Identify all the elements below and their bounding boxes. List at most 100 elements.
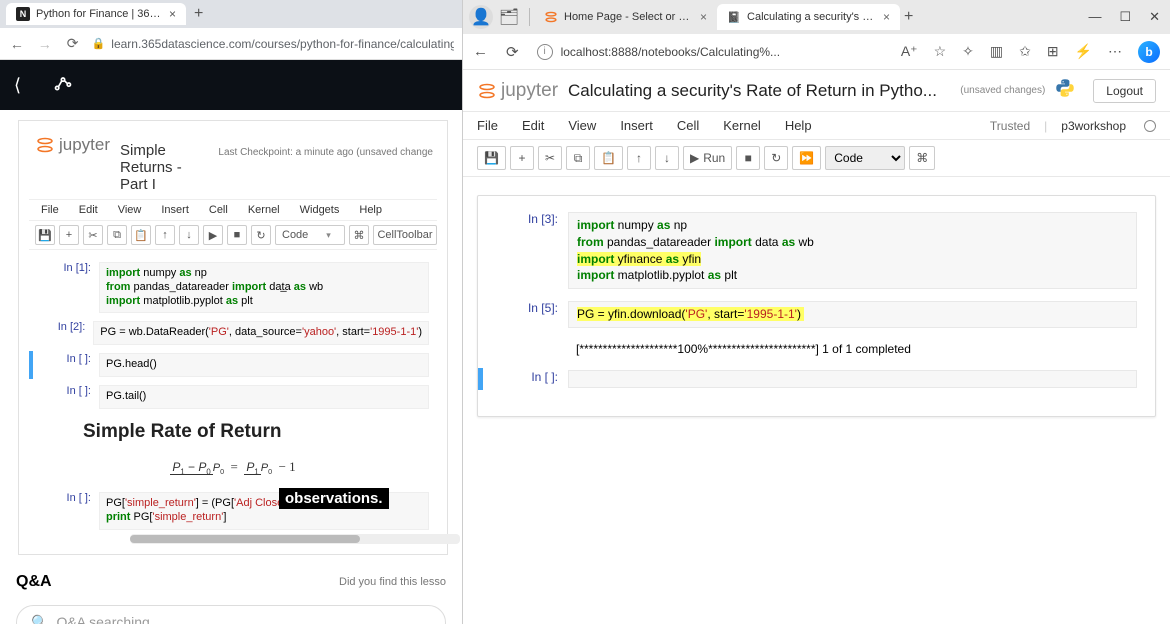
menu-cell[interactable]: Cell (677, 118, 699, 133)
horizontal-scrollbar[interactable] (130, 534, 460, 544)
browser-tab[interactable]: Home Page - Select or create a n × (534, 4, 717, 30)
more-icon[interactable]: ⋯ (1108, 43, 1122, 60)
menu-widgets[interactable]: Widgets (300, 204, 340, 216)
reload-icon[interactable]: ⟳ (506, 43, 519, 61)
lock-icon: 🔒 (92, 37, 106, 50)
bing-chat-icon[interactable]: b (1138, 41, 1160, 63)
paste-icon[interactable]: 📋 (594, 146, 623, 170)
menu-insert[interactable]: Insert (620, 118, 653, 133)
code-area[interactable]: PG.tail() (99, 385, 429, 409)
performance-icon[interactable]: ⚡ (1075, 43, 1092, 60)
celltype-select[interactable]: Code (275, 225, 345, 245)
menu-kernel[interactable]: Kernel (723, 118, 761, 133)
browser-tab-active[interactable]: 📓 Calculating a security's Rate of Re × (717, 4, 900, 30)
logout-button[interactable]: Logout (1093, 79, 1156, 103)
scrollbar-thumb[interactable] (130, 535, 360, 543)
run-icon[interactable]: ▶ (203, 225, 223, 245)
new-tab-button[interactable]: + (194, 5, 203, 23)
notebook-title[interactable]: Calculating a security's Rate of Return … (568, 81, 950, 101)
qa-search-input[interactable]: 🔍 Q&A searching... (16, 605, 446, 624)
command-palette-icon[interactable]: ⌘ (909, 146, 935, 170)
save-icon[interactable]: 💾 (35, 225, 55, 245)
move-up-icon[interactable]: ↑ (155, 225, 175, 245)
code-area[interactable]: import numpy as np from pandas_datareade… (99, 262, 429, 313)
close-icon[interactable]: × (169, 7, 176, 21)
prompt: In [ ]: (37, 492, 99, 530)
profile-icon[interactable]: 👤 (469, 5, 493, 29)
menu-edit[interactable]: Edit (522, 118, 544, 133)
close-icon[interactable]: × (700, 10, 707, 24)
code-cell[interactable]: In [ ]: PG.tail() (29, 383, 437, 411)
edge-toolbar: ← ⟳ i localhost:8888/notebooks/Calculati… (463, 34, 1170, 70)
paste-icon[interactable]: 📋 (131, 225, 151, 245)
close-icon[interactable]: × (883, 10, 890, 24)
menu-help[interactable]: Help (785, 118, 812, 133)
code-area[interactable]: import numpy as np from pandas_datareade… (568, 212, 1137, 289)
extensions-icon[interactable]: ✧ (962, 43, 974, 60)
maximize-icon[interactable]: ☐ (1119, 9, 1131, 25)
chrome-tab[interactable]: N Python for Finance | 365 Data Sci × (6, 3, 186, 25)
copy-icon[interactable]: ⧉ (107, 225, 127, 245)
menu-help[interactable]: Help (359, 204, 382, 216)
lesson-back-icon[interactable]: ⟨ (14, 75, 21, 96)
back-icon[interactable]: ← (8, 36, 26, 52)
code-cell[interactable]: In [ ]: (488, 368, 1145, 390)
move-down-icon[interactable]: ↓ (655, 146, 679, 170)
add-cell-icon[interactable]: + (510, 146, 534, 170)
reload-icon[interactable]: ⟳ (64, 35, 82, 52)
new-tab-button[interactable]: + (904, 8, 913, 26)
celltoolbar-button[interactable]: CellToolbar (373, 225, 437, 245)
url-bar[interactable]: 🔒 learn.365datascience.com/courses/pytho… (92, 37, 454, 51)
notebook-title[interactable]: Simple Returns - Part I (120, 142, 208, 193)
menu-edit[interactable]: Edit (79, 204, 98, 216)
close-window-icon[interactable]: ✕ (1149, 9, 1160, 25)
code-cell[interactable]: In [5]: PG = yfin.download('PG', start='… (488, 299, 1145, 330)
menu-insert[interactable]: Insert (161, 204, 189, 216)
save-icon[interactable]: 💾 (477, 146, 506, 170)
menu-view[interactable]: View (118, 204, 142, 216)
move-down-icon[interactable]: ↓ (179, 225, 199, 245)
code-cell[interactable]: In [3]: import numpy as np from pandas_d… (488, 210, 1145, 291)
back-icon[interactable]: ← (473, 43, 488, 60)
graph-icon[interactable] (53, 73, 73, 98)
restart-icon[interactable]: ↻ (764, 146, 788, 170)
trusted-indicator[interactable]: Trusted (990, 119, 1030, 133)
workspaces-icon[interactable]: 🗂 (497, 5, 521, 29)
code-area[interactable]: PG.head() (99, 353, 429, 377)
code-cell[interactable]: In [2]: PG = wb.DataReader('PG', data_so… (29, 319, 437, 347)
stop-icon[interactable]: ■ (227, 225, 247, 245)
collections-icon[interactable]: ⊞ (1047, 43, 1059, 60)
split-screen-icon[interactable]: ▥ (990, 43, 1003, 60)
jupyter-logo[interactable]: jupyter (477, 80, 558, 102)
cut-icon[interactable]: ✂ (538, 146, 562, 170)
restart-icon[interactable]: ↻ (251, 225, 271, 245)
cut-icon[interactable]: ✂ (83, 225, 103, 245)
favorite-icon[interactable]: ☆ (934, 43, 947, 60)
code-area[interactable] (568, 370, 1137, 388)
kernel-name[interactable]: p3workshop (1061, 119, 1126, 133)
code-area[interactable]: PG = yfin.download('PG', start='1995-1-1… (568, 301, 1137, 328)
minimize-icon[interactable]: — (1088, 9, 1101, 25)
restart-run-icon[interactable]: ⏩ (792, 146, 821, 170)
add-cell-icon[interactable]: + (59, 225, 79, 245)
code-area[interactable]: PG = wb.DataReader('PG', data_source='ya… (93, 321, 429, 345)
favorites-bar-icon[interactable]: ✩ (1019, 43, 1031, 60)
copy-icon[interactable]: ⧉ (566, 146, 590, 170)
url-bar[interactable]: i localhost:8888/notebooks/Calculating%.… (537, 44, 883, 60)
celltype-select[interactable]: Code (825, 146, 905, 170)
menu-file[interactable]: File (41, 204, 59, 216)
move-up-icon[interactable]: ↑ (627, 146, 651, 170)
menu-kernel[interactable]: Kernel (248, 204, 280, 216)
code-cell[interactable]: In [ ]: PG.head() (29, 351, 437, 379)
menu-file[interactable]: File (477, 118, 498, 133)
read-aloud-icon[interactable]: A⁺ (901, 43, 918, 60)
menu-cell[interactable]: Cell (209, 204, 228, 216)
prompt: In [2]: (37, 321, 93, 345)
run-button[interactable]: ▶ Run (683, 146, 732, 170)
stop-icon[interactable]: ■ (736, 146, 760, 170)
code-cell[interactable]: In [ ]: PG['simple_return'] = (PG['Adj C… (29, 490, 437, 532)
code-cell[interactable]: In [1]: import numpy as np from pandas_d… (29, 260, 437, 315)
site-info-icon[interactable]: i (537, 44, 553, 60)
command-palette-icon[interactable]: ⌘ (349, 225, 369, 245)
menu-view[interactable]: View (568, 118, 596, 133)
